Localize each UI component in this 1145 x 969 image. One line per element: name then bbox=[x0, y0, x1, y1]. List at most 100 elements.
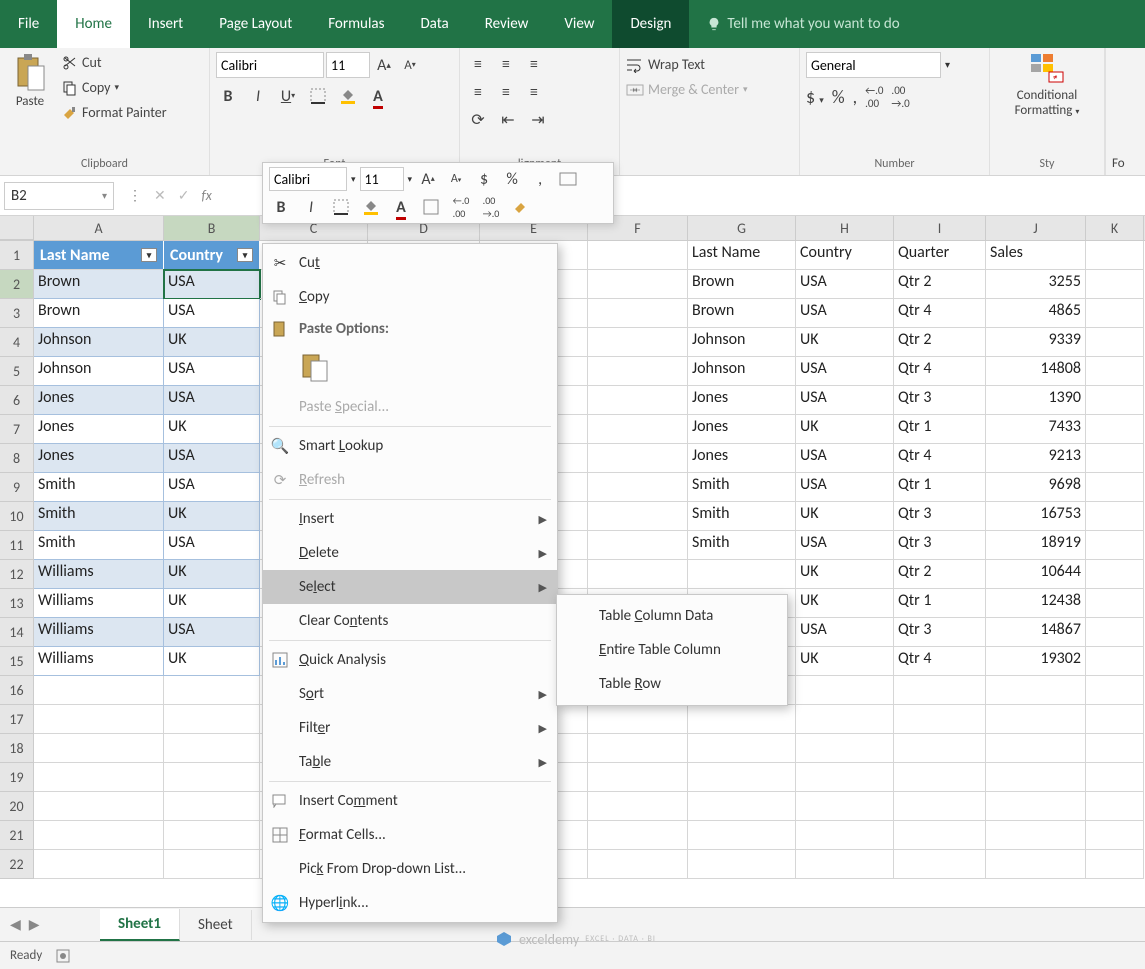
align-bottom-icon[interactable]: ≡ bbox=[522, 52, 546, 76]
cell-F8[interactable] bbox=[588, 444, 688, 473]
cell-G8[interactable]: Jones bbox=[688, 444, 796, 473]
cell-I15[interactable]: Qtr 4 bbox=[894, 647, 986, 676]
mini-inc-decimal-icon[interactable]: .00→.0 bbox=[479, 195, 503, 219]
cell-A17[interactable] bbox=[34, 705, 164, 734]
orientation-icon[interactable]: ⟳ bbox=[466, 108, 490, 132]
cell-H6[interactable]: USA bbox=[796, 386, 894, 415]
mini-borders-dropdown-icon[interactable] bbox=[419, 195, 443, 219]
cell-K13[interactable] bbox=[1086, 589, 1144, 618]
cell-B18[interactable] bbox=[164, 734, 260, 763]
cell-J8[interactable]: 9213 bbox=[986, 444, 1086, 473]
cell-B10[interactable]: UK bbox=[164, 502, 260, 531]
font-color-button[interactable]: A bbox=[366, 84, 390, 108]
cell-B6[interactable]: USA bbox=[164, 386, 260, 415]
cell-B4[interactable]: UK bbox=[164, 328, 260, 357]
row-header-12[interactable]: 12 bbox=[0, 560, 34, 589]
cell-B5[interactable]: USA bbox=[164, 357, 260, 386]
col-header-J[interactable]: J bbox=[986, 216, 1086, 240]
cell-A19[interactable] bbox=[34, 763, 164, 792]
mini-grow-font-icon[interactable]: A▴ bbox=[416, 167, 440, 191]
cell-I14[interactable]: Qtr 3 bbox=[894, 618, 986, 647]
cell-B22[interactable] bbox=[164, 850, 260, 879]
cell-G5[interactable]: Johnson bbox=[688, 357, 796, 386]
row-header-19[interactable]: 19 bbox=[0, 763, 34, 792]
cell-J18[interactable] bbox=[986, 734, 1086, 763]
cell-B8[interactable]: USA bbox=[164, 444, 260, 473]
align-left-icon[interactable]: ≡ bbox=[466, 80, 490, 104]
cell-J22[interactable] bbox=[986, 850, 1086, 879]
cell-I18[interactable] bbox=[894, 734, 986, 763]
increase-font-icon[interactable]: A▴ bbox=[372, 53, 396, 77]
cell-A8[interactable]: Jones bbox=[34, 444, 164, 473]
cell-J10[interactable]: 16753 bbox=[986, 502, 1086, 531]
sm-table-column-data[interactable]: Table Column Data bbox=[557, 599, 787, 633]
row-header-22[interactable]: 22 bbox=[0, 850, 34, 879]
cell-J13[interactable]: 12438 bbox=[986, 589, 1086, 618]
cell-K5[interactable] bbox=[1086, 357, 1144, 386]
cell-A2[interactable]: Brown bbox=[34, 270, 164, 299]
sm-table-row[interactable]: Table Row bbox=[557, 667, 787, 701]
cell-F5[interactable] bbox=[588, 357, 688, 386]
tab-file[interactable]: File bbox=[0, 0, 57, 48]
cm-format-cells[interactable]: Format Cells... bbox=[263, 818, 557, 852]
cm-filter[interactable]: Filter▶ bbox=[263, 711, 557, 745]
cell-F22[interactable] bbox=[588, 850, 688, 879]
cell-F20[interactable] bbox=[588, 792, 688, 821]
cell-J7[interactable]: 7433 bbox=[986, 415, 1086, 444]
cell-K18[interactable] bbox=[1086, 734, 1144, 763]
mini-border-icon[interactable] bbox=[329, 195, 353, 219]
cell-I7[interactable]: Qtr 1 bbox=[894, 415, 986, 444]
merge-center-button[interactable]: Merge & Center ▾ bbox=[626, 77, 793, 102]
cell-F2[interactable] bbox=[588, 270, 688, 299]
number-format-input[interactable] bbox=[806, 52, 941, 78]
cell-J3[interactable]: 4865 bbox=[986, 299, 1086, 328]
cell-B20[interactable] bbox=[164, 792, 260, 821]
font-name-input[interactable] bbox=[216, 52, 324, 78]
cell-K10[interactable] bbox=[1086, 502, 1144, 531]
col-header-K[interactable]: K bbox=[1086, 216, 1144, 240]
copy-button[interactable]: Copy ▾ bbox=[58, 77, 171, 98]
cell-I4[interactable]: Qtr 2 bbox=[894, 328, 986, 357]
cell-H21[interactable] bbox=[796, 821, 894, 850]
cell-I21[interactable] bbox=[894, 821, 986, 850]
cell-H20[interactable] bbox=[796, 792, 894, 821]
cell-B16[interactable] bbox=[164, 676, 260, 705]
cell-G19[interactable] bbox=[688, 763, 796, 792]
align-middle-icon[interactable]: ≡ bbox=[494, 52, 518, 76]
italic-button[interactable]: I bbox=[246, 84, 270, 108]
cell-I8[interactable]: Qtr 4 bbox=[894, 444, 986, 473]
cell-B14[interactable]: USA bbox=[164, 618, 260, 647]
cell-I19[interactable] bbox=[894, 763, 986, 792]
name-box[interactable]: B2▾ bbox=[4, 182, 114, 210]
cell-K11[interactable] bbox=[1086, 531, 1144, 560]
cut-button[interactable]: Cut bbox=[58, 52, 171, 73]
align-top-icon[interactable]: ≡ bbox=[466, 52, 490, 76]
cell-H18[interactable] bbox=[796, 734, 894, 763]
cell-F17[interactable] bbox=[588, 705, 688, 734]
cm-insert-comment[interactable]: Insert Comment bbox=[263, 784, 557, 818]
mini-comma-icon[interactable]: , bbox=[528, 167, 552, 191]
cell-K22[interactable] bbox=[1086, 850, 1144, 879]
cell-H14[interactable]: USA bbox=[796, 618, 894, 647]
cm-refresh[interactable]: ⟳Refresh bbox=[263, 463, 557, 497]
cell-B9[interactable]: USA bbox=[164, 473, 260, 502]
cell-K3[interactable] bbox=[1086, 299, 1144, 328]
tab-design[interactable]: Design bbox=[612, 0, 689, 48]
cell-B12[interactable]: UK bbox=[164, 560, 260, 589]
cell-G2[interactable]: Brown bbox=[688, 270, 796, 299]
mini-shrink-font-icon[interactable]: A▾ bbox=[444, 167, 468, 191]
cell-H11[interactable]: USA bbox=[796, 531, 894, 560]
cell-J16[interactable] bbox=[986, 676, 1086, 705]
cell-J14[interactable]: 14867 bbox=[986, 618, 1086, 647]
mini-percent-icon[interactable]: % bbox=[500, 167, 524, 191]
cell-F7[interactable] bbox=[588, 415, 688, 444]
cell-K1[interactable] bbox=[1086, 241, 1144, 270]
cell-F21[interactable] bbox=[588, 821, 688, 850]
tell-me[interactable]: Tell me what you want to do bbox=[689, 0, 917, 48]
cm-smart-lookup[interactable]: 🔍Smart Lookup bbox=[263, 429, 557, 463]
cell-H19[interactable] bbox=[796, 763, 894, 792]
decrease-decimal-icon[interactable]: .00→.0 bbox=[891, 84, 909, 110]
cell-J21[interactable] bbox=[986, 821, 1086, 850]
cm-quick-analysis[interactable]: Quick Analysis bbox=[263, 643, 557, 677]
cm-select[interactable]: Select▶ bbox=[263, 570, 557, 604]
